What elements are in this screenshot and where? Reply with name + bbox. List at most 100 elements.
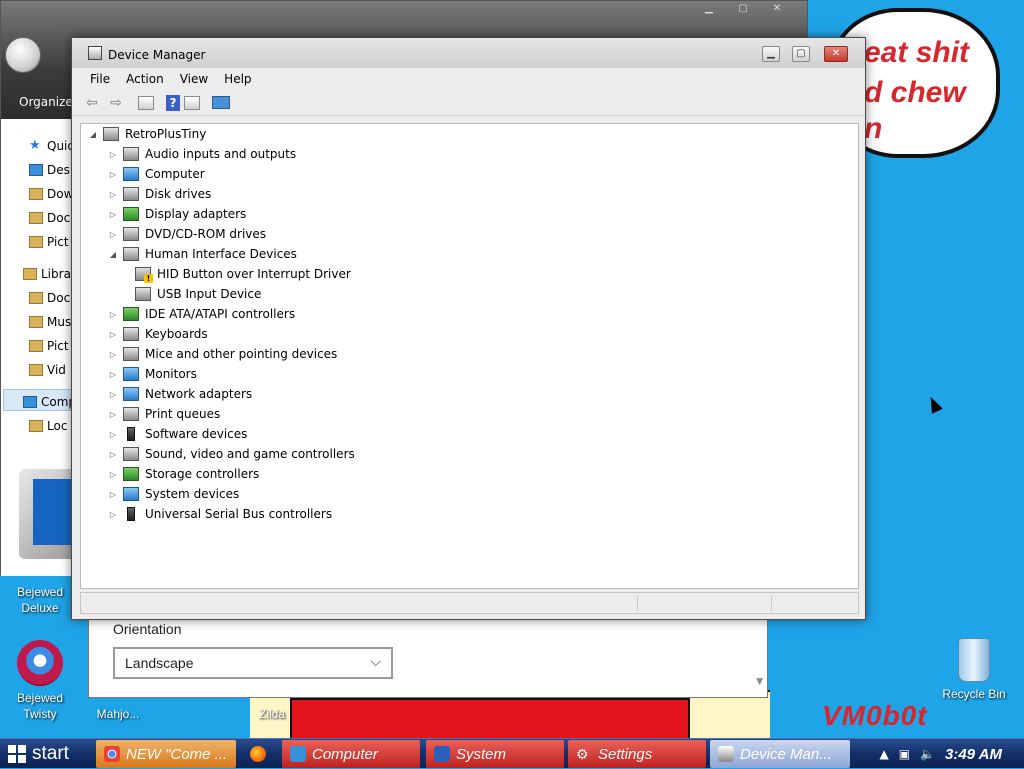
nav-item-downloads[interactable]: Dow (29, 187, 73, 201)
expand-icon[interactable]: ▷ (107, 450, 119, 459)
tree-category-storage[interactable]: ▷Storage controllers (107, 464, 259, 484)
nav-item-pictures[interactable]: Pict (29, 235, 69, 249)
network-icon[interactable]: ▣ (899, 747, 910, 761)
nav-label: Des (47, 163, 70, 177)
minimize-button[interactable]: ▁ (762, 46, 780, 62)
category-label: Computer (145, 167, 205, 181)
bejewed-twisty-label: Bejewed Twisty (0, 690, 80, 722)
expand-icon[interactable]: ▷ (107, 410, 119, 419)
tree-device-hid-1[interactable]: USB Input Device (131, 284, 261, 304)
nav-item-music[interactable]: Mus (29, 315, 71, 329)
desktop-icon (29, 164, 43, 176)
tree-category-dvd[interactable]: ▷DVD/CD-ROM drives (107, 224, 266, 244)
device-manager-titlebar[interactable]: Device Manager ▁ ▢ ✕ (72, 38, 865, 68)
close-icon[interactable]: ✕ (767, 3, 787, 17)
mouse-icon (123, 347, 139, 361)
expand-icon[interactable]: ▷ (107, 330, 119, 339)
expand-icon[interactable]: ▷ (107, 350, 119, 359)
tree-category-monitor[interactable]: ▷Monitors (107, 364, 197, 384)
tree-category-network[interactable]: ▷Network adapters (107, 384, 252, 404)
expand-icon[interactable]: ▷ (107, 170, 119, 179)
recycle-bin-label: Recycle Bin (934, 686, 1014, 702)
tree-category-system[interactable]: ▷System devices (107, 484, 239, 504)
menu-file[interactable]: File (82, 72, 118, 86)
tree-category-printer[interactable]: ▷ Print queues (107, 404, 220, 424)
tree-category-computer[interactable]: ▷ Computer (107, 164, 205, 184)
tree-category-keyboard[interactable]: ▷Keyboards (107, 324, 208, 344)
minimize-icon[interactable]: ▁ (699, 3, 719, 17)
desktop-icon-bejewed-deluxe[interactable]: Bejewed Deluxe (0, 584, 80, 616)
back-arrow-icon[interactable] (5, 37, 41, 73)
expand-icon[interactable]: ▷ (107, 150, 119, 159)
nav-item-videos[interactable]: Vid (29, 363, 66, 377)
orientation-label: Orientation (113, 621, 181, 637)
expand-icon[interactable]: ▷ (107, 230, 119, 239)
tree-root[interactable]: ◢ RetroPlusTiny (87, 124, 206, 144)
close-button[interactable]: ✕ (824, 46, 848, 62)
nav-item-lib-documents[interactable]: Doc (29, 291, 70, 305)
nav-item-desktop[interactable]: Des (29, 163, 70, 177)
maximize-button[interactable]: ▢ (792, 46, 810, 62)
nav-label: Doc (47, 291, 70, 305)
desktop-icon-recycle-bin[interactable]: Recycle Bin (934, 638, 1014, 702)
taskbar-item-system[interactable]: System (426, 740, 564, 768)
tree-category-ide[interactable]: ▷IDE ATA/ATAPI controllers (107, 304, 295, 324)
properties-icon[interactable] (138, 96, 154, 110)
tree-category-sound[interactable]: ▷Sound, video and game controllers (107, 444, 355, 464)
desktop-icon-zilda[interactable]: Zilda (232, 706, 312, 722)
nav-item-libraries[interactable]: Libra (23, 267, 71, 281)
forward-icon[interactable]: ⇨ (106, 94, 126, 112)
expand-icon[interactable]: ▷ (107, 310, 119, 319)
tree-device-hid-0[interactable]: HID Button over Interrupt Driver (131, 264, 351, 284)
nav-item-local-disk[interactable]: Loc (29, 419, 67, 433)
orientation-dropdown[interactable]: Landscape ⌵ (113, 647, 393, 679)
scroll-down-icon[interactable]: ▼ (756, 677, 763, 687)
expand-icon[interactable]: ▷ (107, 370, 119, 379)
bejewed-deluxe-label: Bejewed Deluxe (0, 584, 80, 616)
expand-icon[interactable]: ▷ (107, 490, 119, 499)
volume-icon[interactable]: 🔈 (920, 747, 935, 761)
system-icon (434, 746, 450, 762)
taskbar-item-computer[interactable]: Computer (282, 740, 420, 768)
tree-category-mouse[interactable]: ▷Mice and other pointing devices (107, 344, 337, 364)
firefox-icon[interactable] (250, 746, 266, 762)
computer-icon (103, 127, 119, 141)
collapse-icon[interactable]: ◢ (107, 250, 119, 259)
tree-category-usb[interactable]: ▷Universal Serial Bus controllers (107, 504, 332, 524)
start-button[interactable]: start (0, 739, 94, 769)
tree-category-display[interactable]: ▷Display adapters (107, 204, 246, 224)
clock[interactable]: 3:49 AM (945, 746, 1002, 763)
taskbar-item-device-manager[interactable]: Device Man... (710, 740, 850, 768)
expand-icon[interactable]: ▷ (107, 430, 119, 439)
expand-icon[interactable]: ▷ (107, 470, 119, 479)
expand-icon[interactable]: ▷ (107, 390, 119, 399)
category-label: Print queues (145, 407, 220, 421)
expand-icon[interactable]: ▷ (107, 210, 119, 219)
menu-action[interactable]: Action (118, 72, 172, 86)
desktop-icon-bejewed-twisty[interactable]: Bejewed Twisty (0, 640, 80, 722)
menu-view[interactable]: View (172, 72, 216, 86)
expand-icon[interactable]: ▷ (107, 190, 119, 199)
scan-hardware-icon[interactable] (212, 96, 230, 109)
maximize-icon[interactable]: ▢ (733, 3, 753, 17)
nav-item-computer[interactable]: Comp (23, 395, 76, 409)
organize-button[interactable]: Organize (19, 95, 73, 109)
tree-category-audio[interactable]: ▷Audio inputs and outputs (107, 144, 296, 164)
back-icon[interactable]: ⇦ (82, 94, 102, 112)
show-hidden-icons-icon[interactable]: ▲ (880, 747, 889, 761)
help-icon[interactable]: ? (166, 95, 180, 111)
menu-help[interactable]: Help (216, 72, 259, 86)
tree-category-software[interactable]: ▷Software devices (107, 424, 247, 444)
tree-category-hid[interactable]: ◢Human Interface Devices (107, 244, 297, 264)
speech-line-3: n (864, 112, 882, 146)
view-icon[interactable] (184, 96, 200, 110)
nav-item-lib-pictures[interactable]: Pict (29, 339, 69, 353)
collapse-icon[interactable]: ◢ (87, 130, 99, 139)
nav-item-quick-access[interactable]: ★Quic (29, 139, 74, 153)
desktop-icon-mahjo[interactable]: Mahjo... (78, 706, 158, 722)
expand-icon[interactable]: ▷ (107, 510, 119, 519)
nav-item-documents[interactable]: Doc (29, 211, 70, 225)
tree-category-disk[interactable]: ▷Disk drives (107, 184, 211, 204)
taskbar-item-settings[interactable]: ⚙ Settings (568, 740, 706, 768)
taskbar-item-chrome[interactable]: NEW "Come ... (96, 740, 236, 768)
